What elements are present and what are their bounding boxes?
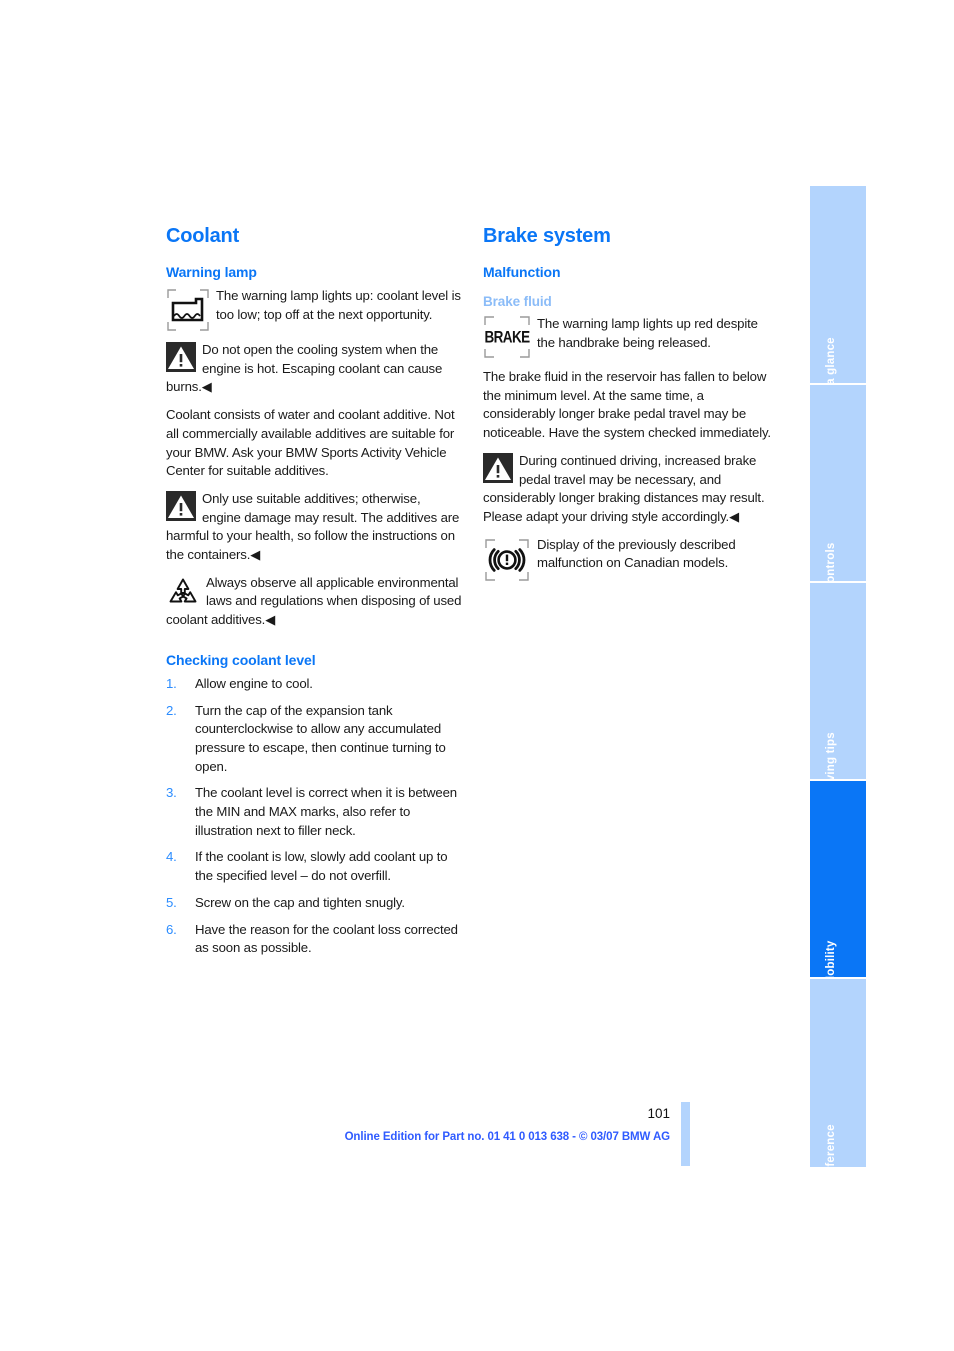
heading-checking-coolant-level: Checking coolant level <box>166 651 316 668</box>
step-number: 4. <box>166 849 177 865</box>
brake-lamp-note-text: The warning lamp lights up red despite t… <box>537 316 758 350</box>
end-mark: ◀ <box>729 508 740 524</box>
page-title-brake-system: Brake system <box>483 225 611 247</box>
environment-note-text: Always observe all applicable environmen… <box>166 574 462 628</box>
coolant-additive-paragraph: Coolant consists of water and coolant ad… <box>166 407 455 479</box>
sidebar-tab-reference[interactable]: Reference <box>810 979 866 1182</box>
warning-triangle-icon <box>483 452 513 483</box>
recycling-icon <box>166 576 200 608</box>
caution-hot-cooling-system: Do not open the cooling system when the … <box>166 341 462 397</box>
footer-accent-bar <box>681 1102 690 1166</box>
step-text: The coolant level is correct when it is … <box>195 785 457 838</box>
list-item: 1. Allow engine to cool. <box>166 675 462 694</box>
svg-text:BRAKE: BRAKE <box>485 328 531 347</box>
step-number: 3. <box>166 785 177 801</box>
brake-lamp-note: BRAKE The warning lamp lights up red des… <box>483 315 779 359</box>
step-number: 2. <box>166 702 177 718</box>
coolant-level-lamp-icon <box>166 288 210 332</box>
left-text-column: Coolant Warning lamp The warning lamp li… <box>166 225 462 966</box>
step-text: Allow engine to cool. <box>195 675 313 691</box>
brake-fluid-paragraph: The brake fluid in the reservoir has fal… <box>483 369 771 441</box>
step-number: 6. <box>166 921 177 937</box>
step-text: Have the reason for the coolant loss cor… <box>195 921 458 956</box>
sidebar-tab-mobility[interactable]: Mobility <box>810 781 866 986</box>
step-text: If the coolant is low, slowly add coolan… <box>195 849 448 884</box>
list-item: 5. Screw on the cap and tighten snugly. <box>166 894 462 913</box>
caution-suitable-additives: Only use suitable additives; otherwise, … <box>166 490 462 565</box>
heading-brake-fluid: Brake fluid <box>483 294 552 309</box>
sidebar-tab-label: Reference <box>825 1124 837 1182</box>
page-number: 101 <box>647 1106 670 1121</box>
coolant-lamp-note: The warning lamp lights up: coolant leve… <box>166 287 462 332</box>
manual-page: At a glance Controls Driving tips Mobili… <box>0 0 954 1351</box>
coolant-lamp-note-text: The warning lamp lights up: coolant leve… <box>216 288 461 322</box>
step-number: 1. <box>166 675 177 691</box>
list-item: 4. If the coolant is low, slowly add coo… <box>166 848 462 885</box>
online-edition-notice: Online Edition for Part no. 01 41 0 013 … <box>344 1131 671 1143</box>
canadian-models-note: Display of the previously described malf… <box>483 536 779 583</box>
step-text: Screw on the cap and tighten snugly. <box>195 894 405 910</box>
end-mark: ◀ <box>250 547 261 563</box>
sidebar-tab-controls[interactable]: Controls <box>810 385 866 591</box>
brake-text-lamp-icon: BRAKE <box>483 315 531 359</box>
caution-text: During continued driving, increased brak… <box>483 452 765 524</box>
heading-malfunction: Malfunction <box>483 264 561 280</box>
step-number: 5. <box>166 894 177 910</box>
step-text: Turn the cap of the expansion tank count… <box>195 702 446 774</box>
warning-triangle-icon <box>166 490 196 521</box>
page-title-coolant: Coolant <box>166 225 240 247</box>
sidebar-tab-driving-tips[interactable]: Driving tips <box>810 583 866 798</box>
canadian-models-note-text: Display of the previously described malf… <box>537 536 736 571</box>
caution-text: Only use suitable additives; otherwise, … <box>166 490 460 563</box>
heading-warning-lamp: Warning lamp <box>166 264 257 280</box>
list-item: 3. The coolant level is correct when it … <box>166 784 462 840</box>
list-item: 6. Have the reason for the coolant loss … <box>166 921 462 958</box>
right-text-column: Brake system Malfunction Brake fluid BRA… <box>483 225 779 592</box>
warning-triangle-icon <box>166 342 196 372</box>
caution-continued-driving: During continued driving, increased brak… <box>483 452 779 527</box>
sidebar-tab-at-a-glance[interactable]: At a glance <box>810 186 866 401</box>
checking-coolant-level-steps: 1. Allow engine to cool. 2. Turn the cap… <box>166 675 462 958</box>
section-tab-strip: At a glance Controls Driving tips Mobili… <box>810 186 866 1182</box>
list-item: 2. Turn the cap of the expansion tank co… <box>166 702 462 777</box>
brake-circle-lamp-icon <box>483 537 531 583</box>
end-mark: ◀ <box>201 379 212 395</box>
environment-note: Always observe all applicable environmen… <box>166 574 462 630</box>
end-mark: ◀ <box>265 612 276 628</box>
